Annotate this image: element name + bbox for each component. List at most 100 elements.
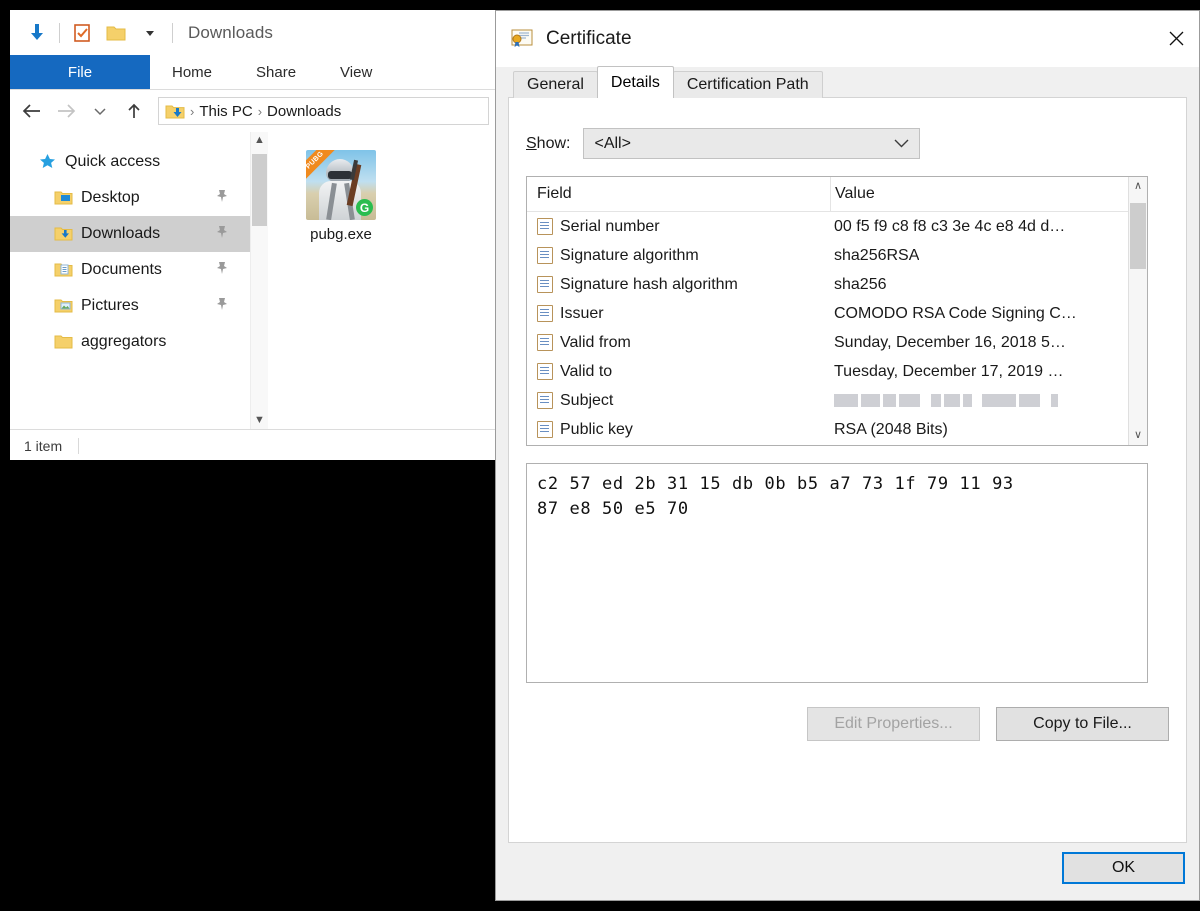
field-value: Sunday, December 16, 2018 5… [834,333,1066,351]
redaction-blur [834,394,1058,408]
dialog-title-bar: Certificate [496,11,1199,67]
field-icon [537,392,553,409]
certificate-dialog: Certificate General Details Certificatio… [495,10,1200,901]
file-name-label: pubg.exe [310,226,372,243]
field-name: Valid to [560,362,613,380]
file-item-pubg-exe[interactable]: PUBG G pubg.exe [286,150,396,243]
customize-dropdown-icon[interactable] [133,16,167,50]
table-row[interactable]: Valid from Sunday, December 16, 2018 5… [527,328,1128,357]
sidebar-item-pictures[interactable]: Pictures [10,288,250,324]
field-icon [537,421,553,438]
scrollbar-thumb[interactable] [1130,203,1146,269]
downloads-icon[interactable] [20,16,54,50]
navigation-pane: Quick access Desktop Downloads Documents [10,132,250,429]
sidebar-item-label: Downloads [81,225,161,242]
table-row[interactable]: Serial number 00 f5 f9 c8 f8 c3 3e 4c e8… [527,212,1128,241]
scroll-up-icon[interactable]: ▲ [254,135,265,146]
tab-details[interactable]: Details [596,66,674,98]
scroll-down-icon[interactable]: ∨ [1134,430,1142,441]
ribbon-tab-view[interactable]: View [318,55,394,89]
edit-properties-button[interactable]: Edit Properties... [807,707,980,741]
table-row[interactable]: Signature algorithm sha256RSA [527,241,1128,270]
ribbon-tab-file[interactable]: File [10,55,150,89]
folder-pictures-icon [54,299,73,313]
column-header-value[interactable]: Value [831,185,875,203]
field-value: sha256 [834,275,887,293]
detail-action-buttons: Edit Properties... Copy to File... [509,707,1169,741]
column-header-field[interactable]: Field [527,185,830,203]
field-value: Tuesday, December 17, 2019 … [834,362,1064,380]
field-name: Subject [560,391,614,409]
status-divider [78,438,80,454]
details-tab-panel: Show: <All> Field Value Serial number 00… [508,97,1187,843]
table-row[interactable]: Issuer COMODO RSA Code Signing C… [527,299,1128,328]
pin-icon[interactable] [215,261,228,280]
sidebar-item-label: Desktop [81,189,140,206]
folder-desktop-icon [54,191,73,205]
recent-locations-button[interactable] [84,96,116,126]
tab-certification-path[interactable]: Certification Path [672,71,823,98]
breadcrumb-separator-1: › [190,103,195,119]
field-name: Signature algorithm [560,246,699,264]
show-label: Show: [526,134,571,152]
table-row[interactable]: Signature hash algorithm sha256 [527,270,1128,299]
show-filter-row: Show: <All> [526,128,1186,159]
breadcrumb-item-downloads[interactable]: Downloads [267,103,341,120]
table-header: Field Value [527,177,1128,212]
field-value-table[interactable]: Field Value Serial number 00 f5 f9 c8 f8… [526,176,1148,446]
ok-button[interactable]: OK [1062,852,1185,884]
scrollbar-thumb[interactable] [252,154,267,226]
file-list-pane[interactable]: PUBG G pubg.exe [268,132,495,429]
sidebar-item-documents[interactable]: Documents [10,252,250,288]
field-name: Public key [560,420,633,438]
ribbon-tab-home[interactable]: Home [150,55,234,89]
field-list-scrollbar[interactable]: ∧ ∨ [1128,177,1147,445]
pin-icon[interactable] [215,189,228,208]
copy-to-file-label: Copy to File... [1033,715,1132,732]
value-detail-box[interactable]: c2 57 ed 2b 31 15 db 0b b5 a7 73 1f 79 1… [526,463,1148,683]
back-button[interactable] [16,96,48,126]
field-icon [537,218,553,235]
table-row[interactable]: Subject [527,386,1128,415]
copy-to-file-button[interactable]: Copy to File... [996,707,1169,741]
quick-access-toolbar: Downloads [10,10,495,55]
file-explorer-window: Downloads File Home Share View › This PC… [10,10,495,460]
navigation-pane-scrollbar[interactable]: ▲ ▼ [250,132,268,429]
scroll-down-icon[interactable]: ▼ [254,415,265,426]
field-value-redacted [830,394,1058,408]
table-row[interactable]: Valid to Tuesday, December 17, 2019 … [527,357,1128,386]
new-folder-icon[interactable] [99,16,133,50]
properties-icon[interactable] [65,16,99,50]
field-icon [537,334,553,351]
field-name: Signature hash algorithm [560,275,738,293]
sidebar-item-downloads[interactable]: Downloads [10,216,250,252]
pin-icon[interactable] [215,297,228,316]
dialog-tabs: General Details Certification Path [496,66,1199,98]
ok-label: OK [1111,859,1136,876]
field-list: Field Value Serial number 00 f5 f9 c8 f8… [527,177,1128,445]
sidebar-item-aggregators[interactable]: aggregators [10,324,250,360]
visor-shape [328,171,352,179]
status-item-count: 1 item [24,438,63,454]
tab-general[interactable]: General [513,71,598,98]
field-value: RSA (2048 Bits) [834,420,948,438]
ribbon-tab-share[interactable]: Share [234,55,318,89]
field-name: Serial number [560,217,660,235]
field-name: Valid from [560,333,631,351]
status-bar: 1 item [10,429,495,460]
sidebar-item-desktop[interactable]: Desktop [10,180,250,216]
table-row[interactable]: Public key RSA (2048 Bits) [527,415,1128,444]
sidebar-item-quick-access[interactable]: Quick access [10,144,250,180]
breadcrumb-item-this-pc[interactable]: This PC [199,103,252,120]
scroll-up-icon[interactable]: ∧ [1134,181,1142,192]
star-icon [40,154,55,168]
close-icon[interactable] [1153,11,1199,66]
show-select[interactable]: <All> [583,128,921,159]
up-button[interactable] [118,96,150,126]
forward-button[interactable] [50,96,82,126]
edit-properties-label: Edit Properties... [834,715,953,732]
field-name: Issuer [560,304,604,322]
pin-icon[interactable] [215,225,228,244]
breadcrumb[interactable]: › This PC › Downloads [158,97,489,125]
show-select-value: <All> [594,134,631,152]
